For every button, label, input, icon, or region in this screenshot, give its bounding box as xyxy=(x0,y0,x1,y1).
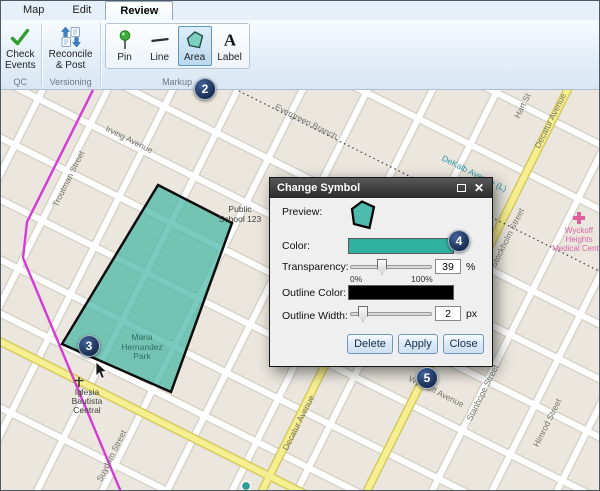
transparency-slider-track[interactable] xyxy=(350,265,432,269)
preview-label: Preview: xyxy=(282,206,322,218)
line-button[interactable]: Line xyxy=(143,26,177,66)
ribbon: Check Events QC xyxy=(1,20,600,90)
check-events-label: Check Events xyxy=(5,50,36,71)
app-window: Map Edit Review Check Events QC xyxy=(0,0,600,491)
transparency-label: Transparency: xyxy=(282,261,349,273)
outline-width-value-input[interactable] xyxy=(435,306,461,321)
outline-width-slider-thumb[interactable] xyxy=(358,306,368,322)
check-icon xyxy=(9,26,31,48)
check-events-button[interactable]: Check Events xyxy=(4,22,37,72)
dialog-title: Change Symbol xyxy=(277,182,360,194)
group-label-markup: Markup xyxy=(105,76,250,89)
group-label-qc: QC xyxy=(4,76,37,89)
dialog-body: Preview: Color: Transparency: 0% 100% % … xyxy=(270,198,492,367)
reconcile-post-button[interactable]: Reconcile & Post xyxy=(46,22,96,72)
label-a-icon: A xyxy=(219,29,241,51)
tab-map[interactable]: Map xyxy=(9,1,58,20)
apply-button[interactable]: Apply xyxy=(398,334,438,354)
tab-edit[interactable]: Edit xyxy=(58,1,105,20)
transparency-max-label: 100% xyxy=(411,274,433,284)
poi-school-line2: School 123 xyxy=(219,214,262,224)
color-label: Color: xyxy=(282,240,310,252)
pin-icon xyxy=(114,29,136,51)
symbol-preview xyxy=(346,198,380,232)
reconcile-sync-icon xyxy=(60,26,82,48)
markup-button-box: Pin Line Area xyxy=(105,23,250,69)
pin-label: Pin xyxy=(117,52,131,65)
poi-school-line1: Public xyxy=(228,204,252,214)
poi-hospital-line2: Heights xyxy=(565,235,592,244)
outline-width-label: Outline Width: xyxy=(282,310,348,322)
area-label: Area xyxy=(184,52,205,65)
callout-badge-3: 3 xyxy=(78,335,100,357)
delete-button[interactable]: Delete xyxy=(347,334,393,354)
label-button[interactable]: A Label xyxy=(213,26,247,66)
poi-park-line3: Park xyxy=(133,351,151,361)
symbol-preview-polygon xyxy=(352,202,374,229)
ribbon-tab-bar: Map Edit Review xyxy=(1,1,600,20)
callout-badge-2: 2 xyxy=(194,78,216,100)
maximize-icon[interactable] xyxy=(457,184,466,192)
outline-color-label: Outline Color: xyxy=(282,287,346,299)
pin-button[interactable]: Pin xyxy=(108,26,142,66)
outline-color-swatch-button[interactable] xyxy=(348,285,454,300)
transparency-unit-label: % xyxy=(466,261,475,273)
close-icon[interactable]: ✕ xyxy=(474,178,484,198)
callout-badge-5: 5 xyxy=(416,367,438,389)
svg-text:A: A xyxy=(223,31,236,50)
color-swatch-button[interactable] xyxy=(348,238,454,254)
line-label: Line xyxy=(150,52,169,65)
outline-width-unit-label: px xyxy=(466,308,477,320)
ribbon-group-qc: Check Events QC xyxy=(1,20,40,89)
callout-badge-4: 4 xyxy=(448,230,470,252)
transparency-min-label: 0% xyxy=(350,274,362,284)
ribbon-group-markup: Pin Line Area xyxy=(102,20,253,89)
area-polygon-icon xyxy=(184,29,206,51)
dialog-titlebar[interactable]: Change Symbol ✕ xyxy=(270,178,492,198)
label-label: Label xyxy=(217,52,241,65)
close-button[interactable]: Close xyxy=(443,334,484,354)
poi-hospital-line3: Medical Center xyxy=(552,244,600,253)
transparency-value-input[interactable] xyxy=(435,259,461,274)
group-label-versioning: Versioning xyxy=(46,76,96,89)
ribbon-divider xyxy=(100,23,101,86)
ribbon-group-versioning: Reconcile & Post Versioning xyxy=(43,20,99,89)
tab-review[interactable]: Review xyxy=(105,1,173,20)
change-symbol-dialog: Change Symbol ✕ Preview: Color: Transpar… xyxy=(269,177,493,367)
area-button[interactable]: Area xyxy=(178,26,212,66)
transparency-slider-thumb[interactable] xyxy=(377,259,387,275)
station-marker-icon xyxy=(242,482,251,491)
line-icon xyxy=(149,29,171,51)
poi-hospital-line1: Wyckoff xyxy=(565,226,594,235)
poi-church-line3: Central xyxy=(73,405,101,415)
ribbon-divider xyxy=(41,23,42,86)
reconcile-post-label: Reconcile & Post xyxy=(49,50,93,71)
poi-park-line1: Maria xyxy=(131,332,153,342)
